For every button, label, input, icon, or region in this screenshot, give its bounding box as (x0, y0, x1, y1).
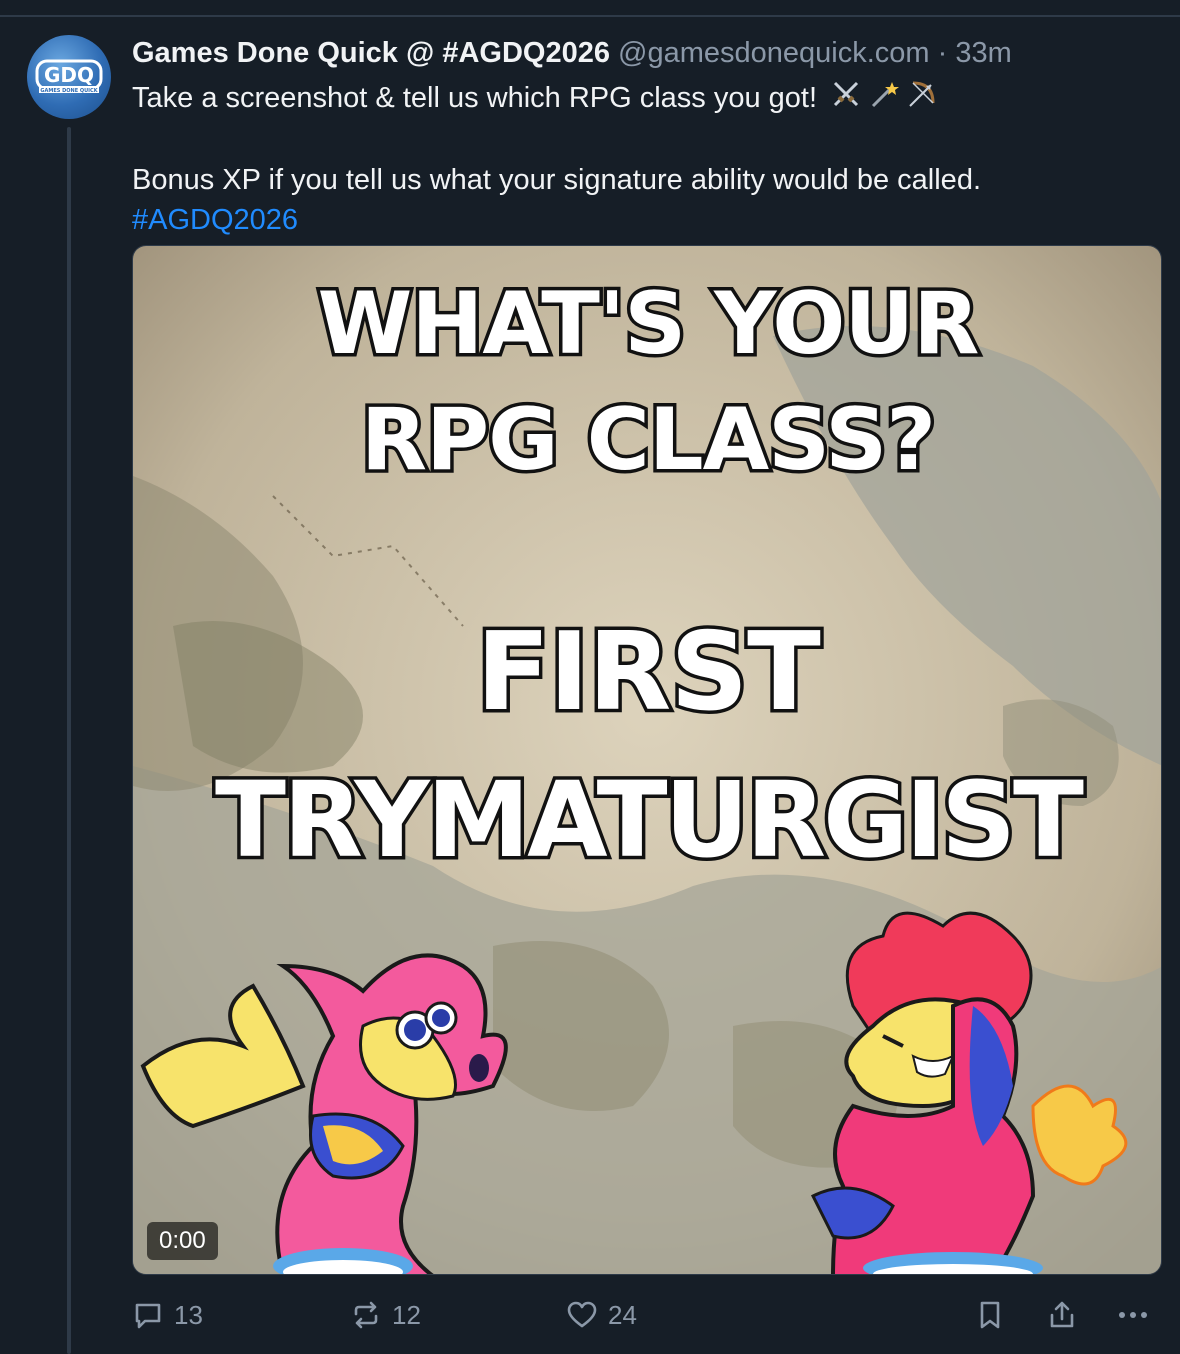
post-text-line1: Take a screenshot & tell us which RPG cl… (132, 82, 818, 114)
more-icon (1119, 1312, 1147, 1318)
author-name[interactable]: Games Done Quick @ #AGDQ2026 (132, 37, 610, 69)
post-timestamp[interactable]: 33m (955, 37, 1011, 69)
post-text: Take a screenshot & tell us which RPG cl… (132, 78, 1162, 240)
thumbnail-result-line1: FIRST (473, 610, 825, 735)
post-actions: 13 12 24 (132, 1295, 1162, 1335)
magic-wand-icon (872, 81, 900, 107)
heart-icon (567, 1301, 597, 1328)
video-player[interactable]: WHAT'S YOUR RPG CLASS? FIRST TRYMATURGIS… (132, 245, 1162, 1275)
hashtag-link[interactable]: #AGDQ2026 (132, 204, 298, 236)
bookmark-icon (980, 1301, 1000, 1329)
author-handle[interactable]: @gamesdonequick.com (618, 37, 930, 69)
bow-and-arrow-icon (909, 81, 935, 107)
post-text-line2: Bonus XP if you tell us what your signat… (132, 163, 982, 196)
emoji-group (831, 79, 937, 120)
repost-button[interactable]: 12 (350, 1295, 421, 1335)
like-button[interactable]: 24 (566, 1295, 637, 1335)
video-timecode: 0:00 (147, 1222, 218, 1260)
post-content: Games Done Quick @ #AGDQ2026 @gamesdoneq… (132, 34, 1162, 240)
separator-dot: · (937, 37, 948, 69)
post-header: Games Done Quick @ #AGDQ2026 @gamesdoneq… (132, 34, 1162, 72)
post[interactable]: GDQ GAMES DONE QUICK Games Done Quick @ … (0, 17, 1180, 1354)
thumbnail-title-line1: WHAT'S YOUR (314, 273, 983, 376)
thumbnail-result-line2: TRYMATURGIST (212, 758, 1088, 883)
share-button[interactable] (1046, 1295, 1078, 1335)
thread-line (67, 127, 71, 1354)
reply-button[interactable]: 13 (132, 1295, 203, 1335)
share-icon (1050, 1301, 1074, 1328)
more-options-button[interactable] (1116, 1295, 1150, 1335)
avatar-logo-text: GDQ (44, 63, 94, 87)
repost-count: 12 (392, 1299, 421, 1330)
reply-count: 13 (174, 1299, 203, 1330)
repost-icon (354, 1301, 378, 1329)
avatar[interactable]: GDQ GAMES DONE QUICK (27, 35, 111, 119)
like-count: 24 (608, 1299, 637, 1330)
reply-icon (135, 1303, 161, 1329)
gdq-logo-icon: GDQ GAMES DONE QUICK (35, 59, 103, 94)
bookmark-button[interactable] (974, 1295, 1006, 1335)
crossed-swords-icon (834, 81, 859, 106)
avatar-logo-subtext: GAMES DONE QUICK (40, 88, 98, 94)
thumbnail-title-line2: RPG CLASS? (357, 389, 939, 492)
